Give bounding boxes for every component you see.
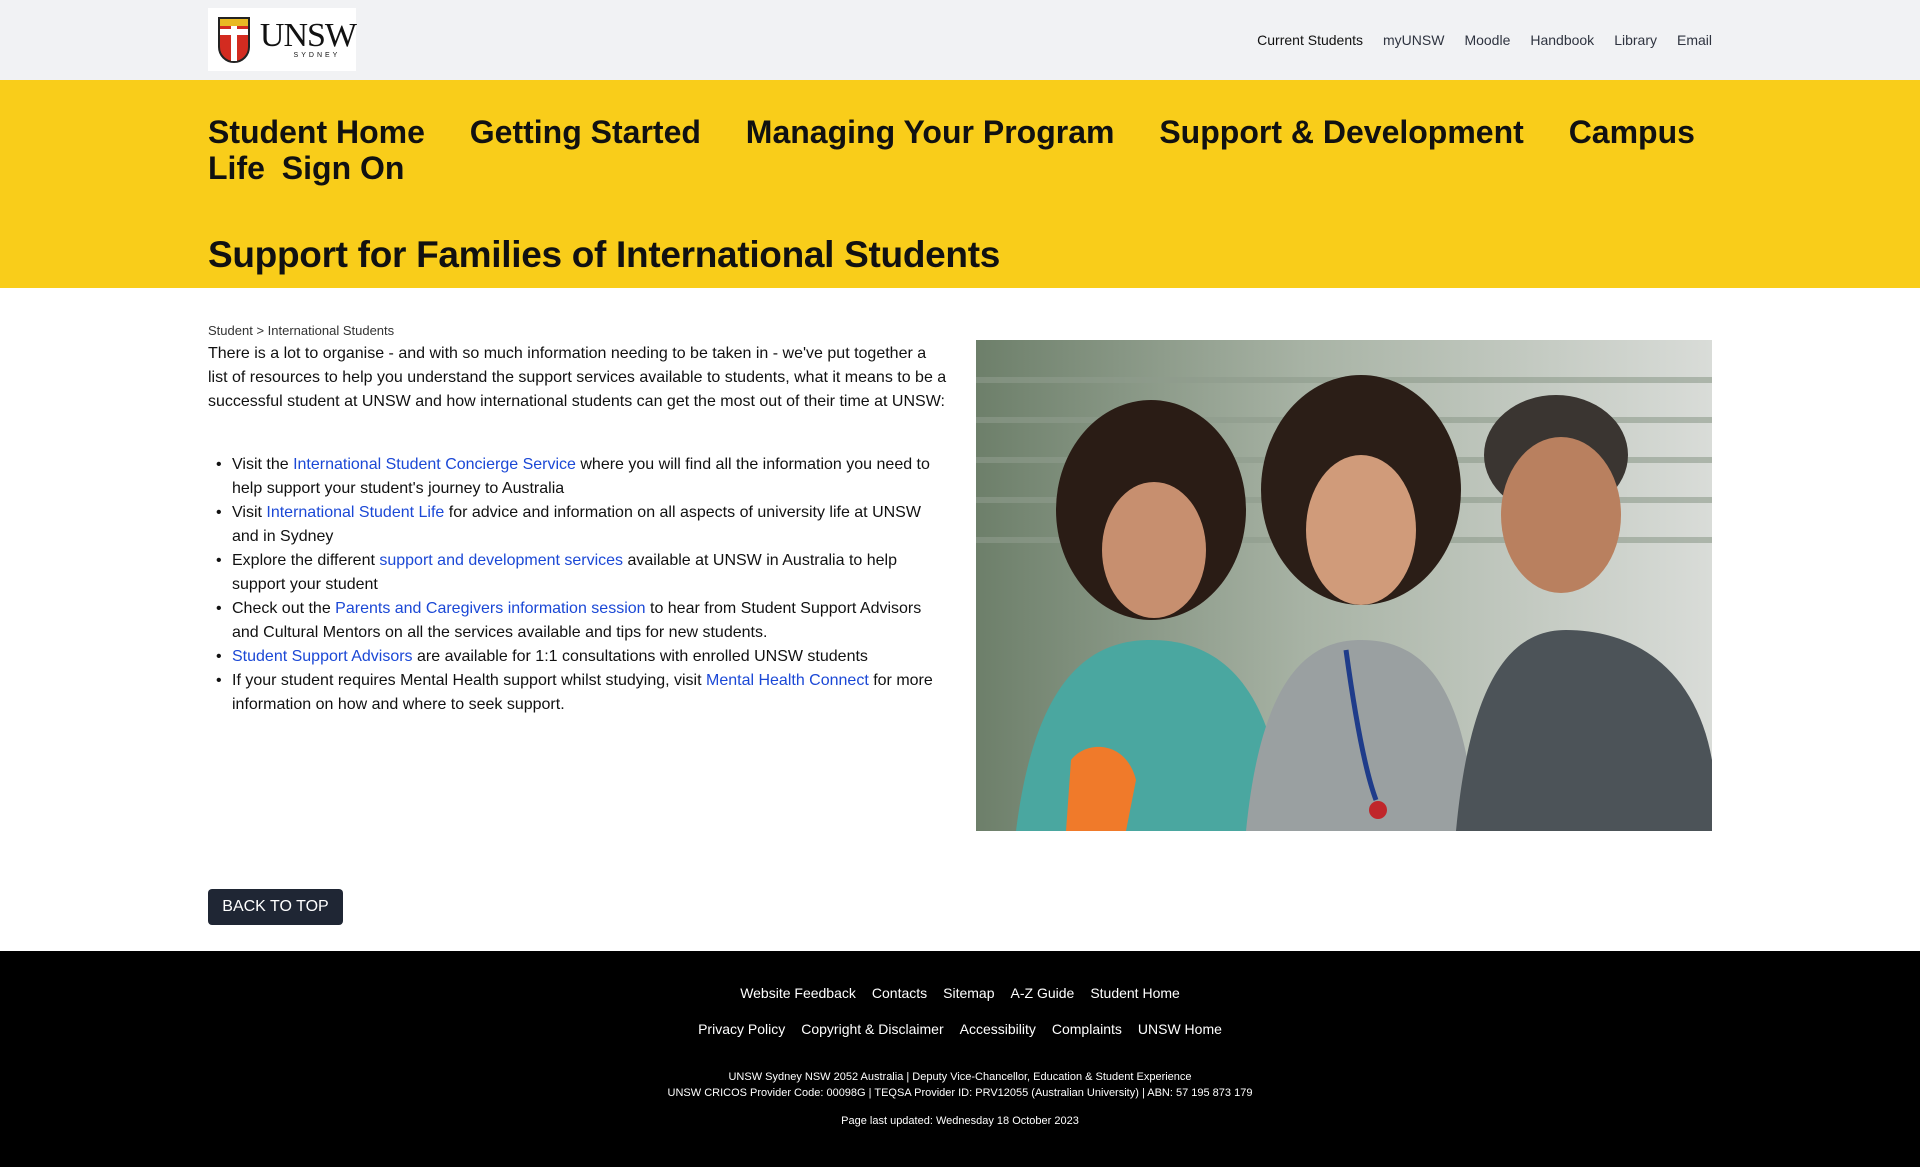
footer-link-student-home[interactable]: Student Home: [1090, 985, 1180, 1001]
intro-paragraph: There is a lot to organise - and with so…: [208, 345, 947, 410]
top-bar: UNSW SYDNEY Current Students myUNSW Mood…: [0, 0, 1920, 80]
logo-wordmark: UNSW: [259, 16, 357, 54]
family-photo: [976, 340, 1712, 831]
utility-link-handbook[interactable]: Handbook: [1530, 32, 1594, 48]
footer-link-copyright-disclaimer[interactable]: Copyright & Disclaimer: [801, 1021, 943, 1037]
footer-provider: UNSW CRICOS Provider Code: 00098G | TEQS…: [667, 1087, 1253, 1099]
footer-link-sitemap[interactable]: Sitemap: [943, 985, 994, 1001]
breadcrumb: Student > International Students: [208, 323, 394, 338]
footer-link-privacy-policy[interactable]: Privacy Policy: [698, 1021, 785, 1037]
footer-link-accessibility[interactable]: Accessibility: [960, 1021, 1036, 1037]
main-nav-managing-your-program[interactable]: Managing Your Program: [746, 114, 1115, 150]
footer-info: UNSW Sydney NSW 2052 Australia | Deputy …: [0, 1069, 1920, 1101]
footer-link-contacts[interactable]: Contacts: [872, 985, 927, 1001]
link-support-and-development-services[interactable]: support and development services: [379, 552, 623, 569]
footer-address: UNSW Sydney NSW 2052 Australia | Deputy …: [728, 1071, 1192, 1083]
footer-link-website-feedback[interactable]: Website Feedback: [740, 985, 856, 1001]
logo-subtext: SYDNEY: [293, 51, 341, 59]
resource-list: Visit the International Student Concierg…: [208, 453, 950, 717]
page-title: Support for Families of International St…: [208, 234, 1001, 275]
breadcrumb-international-students[interactable]: International Students: [268, 323, 394, 338]
main-nav-getting-started[interactable]: Getting Started: [470, 114, 701, 150]
link-student-support-advisors[interactable]: Student Support Advisors: [232, 648, 413, 665]
footer-links-secondary: Privacy Policy Copyright & Disclaimer Ac…: [0, 1021, 1920, 1037]
link-parents-and-caregivers-information-session[interactable]: Parents and Caregivers information sessi…: [335, 600, 645, 617]
main-nav-support-development[interactable]: Support & Development: [1159, 114, 1523, 150]
main-nav: Student Home Getting Started Managing Yo…: [208, 114, 1712, 186]
back-to-top-button[interactable]: BACK TO TOP: [208, 889, 343, 925]
link-mental-health-connect[interactable]: Mental Health Connect: [706, 672, 869, 689]
utility-link-current-students[interactable]: Current Students: [1257, 32, 1363, 48]
list-item: Student Support Advisors are available f…: [208, 645, 950, 669]
utility-link-moodle[interactable]: Moodle: [1464, 32, 1510, 48]
list-item: Explore the different support and develo…: [208, 549, 950, 597]
link-international-student-concierge-service[interactable]: International Student Concierge Service: [293, 456, 576, 473]
breadcrumb-separator: >: [256, 323, 265, 338]
main-nav-student-home[interactable]: Student Home: [208, 114, 425, 150]
main-nav-sign-on[interactable]: Sign On: [282, 150, 405, 186]
link-international-student-life[interactable]: International Student Life: [266, 504, 444, 521]
utility-link-library[interactable]: Library: [1614, 32, 1657, 48]
footer-link-a-z-guide[interactable]: A-Z Guide: [1011, 985, 1075, 1001]
list-item: If your student requires Mental Health s…: [208, 669, 950, 717]
footer-link-unsw-home[interactable]: UNSW Home: [1138, 1021, 1222, 1037]
utility-nav: Current Students myUNSW Moodle Handbook …: [1257, 32, 1712, 48]
list-item: Check out the Parents and Caregivers inf…: [208, 597, 950, 645]
footer-links-primary: Website Feedback Contacts Sitemap A-Z Gu…: [0, 985, 1920, 1001]
footer-link-complaints[interactable]: Complaints: [1052, 1021, 1122, 1037]
unsw-crest-icon: [215, 13, 253, 67]
utility-link-myunsw[interactable]: myUNSW: [1383, 32, 1444, 48]
footer-last-updated: Page last updated: Wednesday 18 October …: [841, 1115, 1079, 1127]
breadcrumb-student[interactable]: Student: [208, 323, 253, 338]
list-item: Visit International Student Life for adv…: [208, 501, 950, 549]
list-item: Visit the International Student Concierg…: [208, 453, 950, 501]
utility-link-email[interactable]: Email: [1677, 32, 1712, 48]
footer: Website Feedback Contacts Sitemap A-Z Gu…: [0, 951, 1920, 1167]
unsw-logo[interactable]: UNSW SYDNEY: [208, 8, 357, 71]
page-header: Student Home Getting Started Managing Yo…: [0, 80, 1920, 288]
